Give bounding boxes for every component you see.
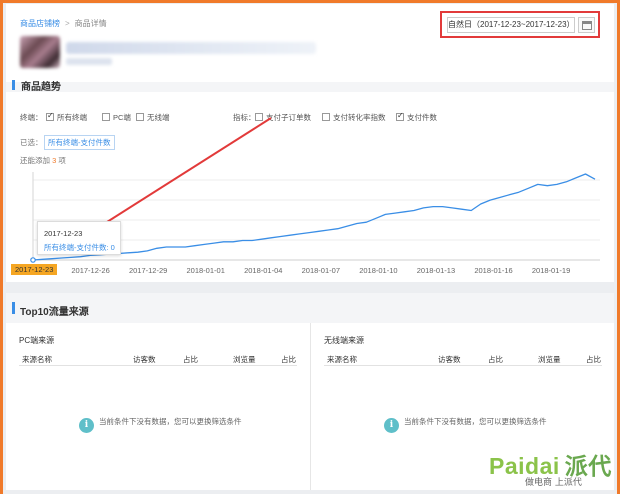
column-pageviews[interactable]: 浏览量: [233, 354, 256, 365]
tooltip-date: 2017-12-23: [44, 229, 83, 238]
section-accent-bar: [12, 302, 15, 314]
table-header: 来源名称 访客数 占比 浏览量 占比: [324, 352, 602, 366]
breadcrumb-home-link[interactable]: 商品店铺榜: [20, 19, 60, 28]
table-header: 来源名称 访客数 占比 浏览量 占比: [19, 352, 297, 366]
section-accent-bar: [12, 80, 15, 90]
x-tick-label: 2018-01-07: [302, 266, 340, 275]
column-visitors[interactable]: 访客数: [438, 354, 461, 365]
info-icon: i: [79, 418, 94, 433]
x-tick-label-highlighted: 2017-12-23: [11, 264, 58, 275]
pc-sources-title: PC端来源: [19, 336, 55, 345]
top10-section-header: Top10流量来源: [6, 293, 614, 323]
product-subtitle-redacted: [66, 58, 112, 65]
data-point-marker: [30, 257, 36, 263]
x-tick-label: 2018-01-04: [244, 266, 282, 275]
x-tick-label: 2018-01-16: [474, 266, 512, 275]
wireless-sources-title: 无线端来源: [324, 336, 364, 345]
trend-section-title: 商品趋势: [21, 82, 61, 93]
column-visitor-share: 占比: [183, 355, 198, 364]
empty-state: i 当前条件下没有数据，您可以更换筛选条件: [384, 416, 547, 433]
column-pageview-share: 占比: [281, 355, 296, 364]
date-range-field[interactable]: 自然日（2017-12-23~2017-12-23）: [447, 17, 575, 33]
trend-section-header: 商品趋势: [6, 80, 614, 93]
window-frame-top: [0, 0, 620, 3]
product-thumbnail[interactable]: [20, 36, 60, 68]
paidai-watermark: Paidai 派代 做电商 上派代: [489, 447, 614, 492]
column-pageviews[interactable]: 浏览量: [538, 354, 561, 365]
x-tick-label: 2018-01-19: [532, 266, 570, 275]
top10-section-title: Top10流量来源: [20, 307, 89, 318]
info-icon: i: [384, 418, 399, 433]
product-header: 商品店铺榜 > 商品详情 自然日（2017-12-23~2017-12-23）: [6, 4, 614, 82]
x-tick-label: 2018-01-10: [359, 266, 397, 275]
watermark-slogan: 做电商 上派代: [525, 478, 582, 488]
product-title-redacted[interactable]: [66, 42, 316, 54]
chart-tooltip: 2017-12-23 所有终端-支付件数: 0: [37, 221, 121, 255]
x-tick-label: 2018-01-01: [187, 266, 225, 275]
empty-state-text: 当前条件下没有数据，您可以更换筛选条件: [99, 417, 242, 426]
x-tick-label: 2017-12-29: [129, 266, 167, 275]
tooltip-value: 所有终端-支付件数: 0: [44, 243, 115, 252]
column-visitors[interactable]: 访客数: [133, 354, 156, 365]
breadcrumb-current: 商品详情: [74, 19, 107, 28]
x-tick-label: 2017-12-26: [71, 266, 109, 275]
breadcrumb: 商品店铺榜 > 商品详情: [20, 18, 107, 29]
pc-sources-panel: PC端来源 来源名称 访客数 占比 浏览量 占比 i 当前条件下没有数据，您可以更…: [6, 323, 310, 490]
empty-state: i 当前条件下没有数据，您可以更换筛选条件: [79, 416, 242, 433]
calendar-icon: [582, 21, 592, 30]
calendar-button[interactable]: [578, 17, 595, 33]
window-frame-left: [0, 0, 3, 494]
breadcrumb-separator: >: [65, 19, 70, 28]
column-visitor-share: 占比: [488, 355, 503, 364]
x-tick-label: 2018-01-13: [417, 266, 455, 275]
empty-state-text: 当前条件下没有数据，您可以更换筛选条件: [404, 417, 547, 426]
column-source-name: 来源名称: [22, 355, 52, 364]
column-source-name: 来源名称: [327, 355, 357, 364]
date-range-highlight: 自然日（2017-12-23~2017-12-23）: [440, 11, 600, 38]
column-pageview-share: 占比: [586, 355, 601, 364]
trend-panel: 终端： 所有终端 PC端 无线端 指标： 支付子订单数 支付转化率指数 支付件数…: [6, 92, 614, 282]
